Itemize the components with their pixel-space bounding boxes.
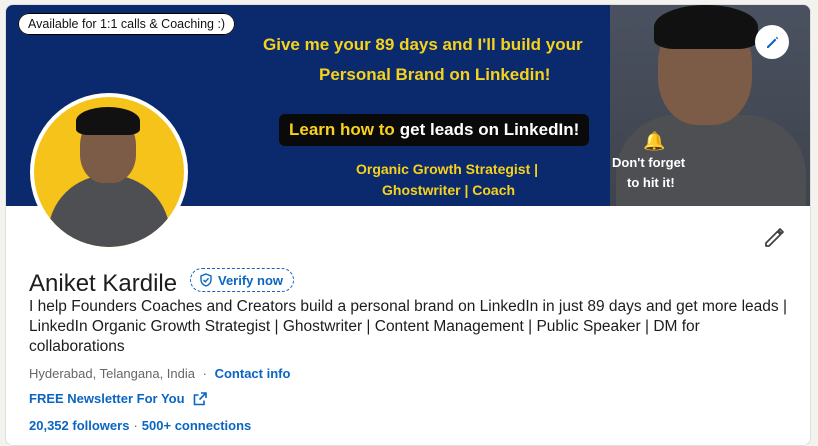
edit-banner-button[interactable]	[755, 25, 789, 59]
banner-forget-1: Don't forget	[612, 155, 686, 170]
pencil-icon	[765, 228, 784, 247]
banner-learn-a: Learn how to	[289, 120, 395, 139]
avatar[interactable]	[30, 93, 188, 251]
verify-label: Verify now	[218, 272, 284, 288]
verify-now-button[interactable]: Verify now	[190, 268, 295, 292]
banner-learn-b: get leads on LinkedIn!	[399, 120, 580, 139]
banner-learn-box: Learn how to get leads on LinkedIn!	[279, 114, 590, 146]
banner-role-2: Ghostwriter | Coach	[382, 182, 516, 198]
banner-headline-2: Personal Brand on Linkedin!	[319, 65, 551, 84]
newsletter-link[interactable]: FREE Newsletter For You	[29, 391, 207, 406]
banner-availability-pill: Available for 1:1 calls & Coaching :)	[18, 13, 236, 35]
shield-check-icon	[200, 273, 212, 287]
connections-link[interactable]: 500+ connections	[142, 418, 251, 433]
network-stats: 20,352 followers · 500+ connections	[29, 418, 251, 433]
location-text: Hyderabad, Telangana, India	[29, 366, 195, 381]
profile-card: Available for 1:1 calls & Coaching :) Gi…	[5, 4, 811, 446]
separator-dot: ·	[202, 366, 207, 381]
profile-name: Aniket Kardile	[29, 270, 178, 297]
separator-dot: ·	[133, 418, 138, 433]
edit-profile-button[interactable]	[762, 226, 786, 250]
contact-info-link[interactable]: Contact info	[215, 366, 291, 381]
pencil-icon	[767, 36, 779, 48]
external-link-icon	[193, 391, 207, 405]
banner-role-1: Organic Growth Strategist |	[356, 161, 539, 177]
newsletter-label: FREE Newsletter For You	[29, 391, 185, 406]
profile-headline: I help Founders Coaches and Creators bui…	[29, 298, 787, 355]
location-line: Hyderabad, Telangana, India · Contact in…	[29, 366, 290, 381]
banner-forget-2: to hit it!	[627, 175, 675, 190]
followers-link[interactable]: 20,352 followers	[29, 418, 129, 433]
bell-icon: 🔔	[643, 131, 666, 151]
banner-headline-1: Give me your 89 days and I'll build your	[263, 35, 583, 54]
